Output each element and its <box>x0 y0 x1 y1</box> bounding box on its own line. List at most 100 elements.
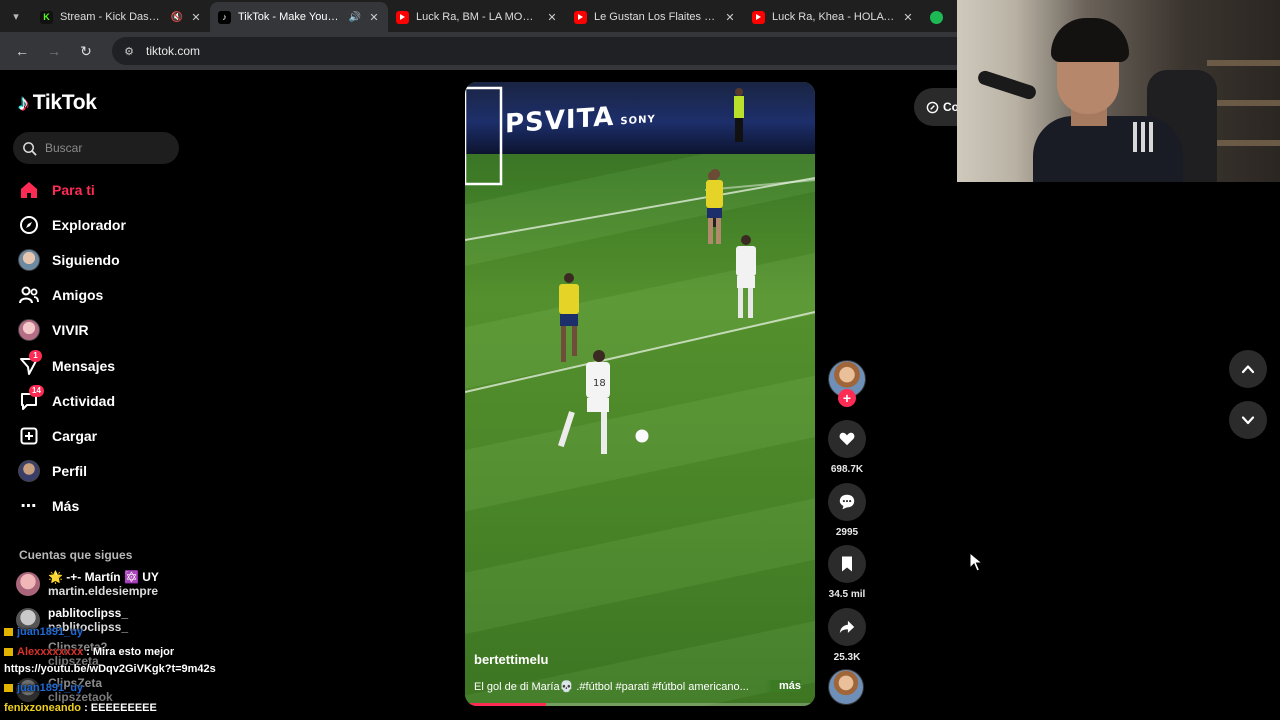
avatar <box>16 572 40 596</box>
following-name: 🌟 -+- Martín 🔯 UY <box>48 570 159 584</box>
back-icon[interactable]: ← <box>8 37 36 65</box>
share-button[interactable] <box>828 608 866 646</box>
nav-label: Perfil <box>52 463 88 480</box>
follow-plus-icon[interactable]: + <box>838 389 856 407</box>
mouse-cursor-icon <box>969 552 983 572</box>
comment-icon <box>839 494 855 510</box>
browser-tab[interactable]: K Stream - Kick Dashboard 🔇 ✕ <box>32 2 210 32</box>
messages-badge: 1 <box>29 349 42 362</box>
compass-icon <box>16 212 42 238</box>
search-box[interactable] <box>13 132 179 164</box>
nav-label: Siguiendo <box>52 251 120 268</box>
nav-item-cargar[interactable]: Cargar <box>16 418 196 453</box>
youtube-icon <box>752 10 765 24</box>
chat-username: Alexxxxxxxx <box>17 646 84 658</box>
forward-icon[interactable]: → <box>40 37 68 65</box>
tab-search-chevron-icon[interactable]: ▾ <box>0 0 32 32</box>
nav-label: Más <box>52 498 80 515</box>
browser-tab[interactable]: Luck Ra, BM - LA MOROCHA ✕ <box>388 2 566 32</box>
nav-label: Explorador <box>52 216 126 233</box>
browser-tab[interactable]: P <box>922 2 952 32</box>
friends-icon <box>16 282 42 308</box>
muted-icon[interactable]: 🔇 <box>171 12 183 23</box>
following-username: martin.eldesiempre <box>48 584 159 598</box>
nav-label: Para ti <box>52 181 95 198</box>
tab-title: Stream - Kick Dashboard <box>60 11 164 23</box>
nav-item-actividad[interactable]: 14 Actividad <box>16 383 196 418</box>
bookmark-icon <box>842 556 852 572</box>
green-icon <box>930 10 943 24</box>
logo-text: TikTok <box>32 91 97 114</box>
search-input[interactable] <box>45 141 165 155</box>
sound-avatar[interactable] <box>828 669 864 705</box>
close-tab-icon[interactable]: ✕ <box>724 11 736 24</box>
search-icon <box>23 141 37 155</box>
more-icon: ⋯ <box>20 498 38 516</box>
site-info-icon[interactable]: ⚙ <box>122 44 136 58</box>
more-button[interactable]: más <box>764 680 801 692</box>
live-avatar-icon <box>16 317 42 343</box>
chat-badge-icon <box>4 648 13 657</box>
like-count: 698.7K <box>830 464 864 475</box>
following-account[interactable]: 🌟 -+- Martín 🔯 UY martin.eldesiempre <box>16 570 159 598</box>
chat-message: https://youtu.be/wDqv2GiVKgk?t=9m42s <box>4 663 216 675</box>
tiktok-icon: ♪ <box>218 10 231 24</box>
browser-tab[interactable]: Le Gustan Los Flaites Guarac ✕ <box>566 2 744 32</box>
sidebar: ♪ TikTok Para ti Explorador Siguiendo <box>0 70 200 720</box>
nav-label: Mensajes <box>52 357 116 374</box>
chat-message: juan1891_uy <box>4 626 83 638</box>
chevron-down-icon <box>1241 416 1255 425</box>
tab-title: TikTok - Make Your Day <box>238 11 342 23</box>
close-tab-icon[interactable]: ✕ <box>190 11 202 24</box>
youtube-icon <box>396 10 409 24</box>
video-author[interactable]: bertettimelu <box>474 652 548 667</box>
video-player[interactable]: PSVITA SONY 18 bertettimelu El gol de di… <box>465 82 815 706</box>
video-scene-drawing: 18 <box>465 86 815 454</box>
tiktok-logo[interactable]: ♪ TikTok <box>18 90 97 116</box>
comment-button[interactable] <box>828 483 866 521</box>
nav-item-mensajes[interactable]: 1 Mensajes <box>16 348 196 383</box>
nav-label: VIVIR <box>52 322 89 339</box>
following-heading: Cuentas que sigues <box>19 548 133 562</box>
video-progress-bar[interactable] <box>465 703 815 706</box>
close-tab-icon[interactable]: ✕ <box>368 11 380 24</box>
coin-icon <box>926 101 939 113</box>
chat-message: juan1891_uy <box>4 682 83 694</box>
close-tab-icon[interactable]: ✕ <box>902 11 914 24</box>
audio-icon[interactable]: 🔊 <box>349 12 361 23</box>
tab-title: Luck Ra, Khea - HOLA PERDI <box>772 11 895 23</box>
like-button[interactable] <box>828 420 866 458</box>
close-tab-icon[interactable]: ✕ <box>546 11 558 24</box>
video-description-text: El gol de di María💀 .#fútbol #parati #fú… <box>474 681 749 693</box>
nav-label: Actividad <box>52 392 116 409</box>
nav-item-siguiendo[interactable]: Siguiendo <box>16 242 196 277</box>
chat-username: juan1891_uy <box>17 682 84 694</box>
video-progress-fill <box>465 703 546 706</box>
tab-title: Le Gustan Los Flaites Guarac <box>594 11 717 23</box>
previous-video-button[interactable] <box>1229 350 1267 388</box>
reload-icon[interactable]: ↻ <box>72 37 100 65</box>
browser-tab[interactable]: Luck Ra, Khea - HOLA PERDI ✕ <box>744 2 922 32</box>
nav-item-vivir[interactable]: VIVIR <box>16 313 196 348</box>
address-bar[interactable]: ⚙ tiktok.com <box>112 37 972 65</box>
nav-item-amigos[interactable]: Amigos <box>16 278 196 313</box>
browser-tab-active[interactable]: ♪ TikTok - Make Your Day 🔊 ✕ <box>210 2 388 32</box>
nav-item-explorador[interactable]: Explorador <box>16 207 196 242</box>
comment-count: 2995 <box>835 527 859 538</box>
activity-badge: 14 <box>29 384 44 397</box>
nav-item-mas[interactable]: ⋯ Más <box>16 489 196 524</box>
main-nav: Para ti Explorador Siguiendo Amigos VIVI… <box>16 172 196 524</box>
nav-item-para-ti[interactable]: Para ti <box>16 172 196 207</box>
nav-item-perfil[interactable]: Perfil <box>16 454 196 489</box>
nav-label: Amigos <box>52 287 104 304</box>
chat-badge-icon <box>4 684 13 693</box>
share-icon <box>839 620 855 634</box>
next-video-button[interactable] <box>1229 401 1267 439</box>
save-button[interactable] <box>828 545 866 583</box>
tiktok-logo-icon: ♪ <box>18 90 29 115</box>
home-icon <box>16 177 42 203</box>
streamer-webcam <box>957 0 1280 182</box>
chat-text: Mira esto mejor <box>92 646 175 658</box>
upload-icon <box>16 423 42 449</box>
messages-icon: 1 <box>16 349 42 379</box>
